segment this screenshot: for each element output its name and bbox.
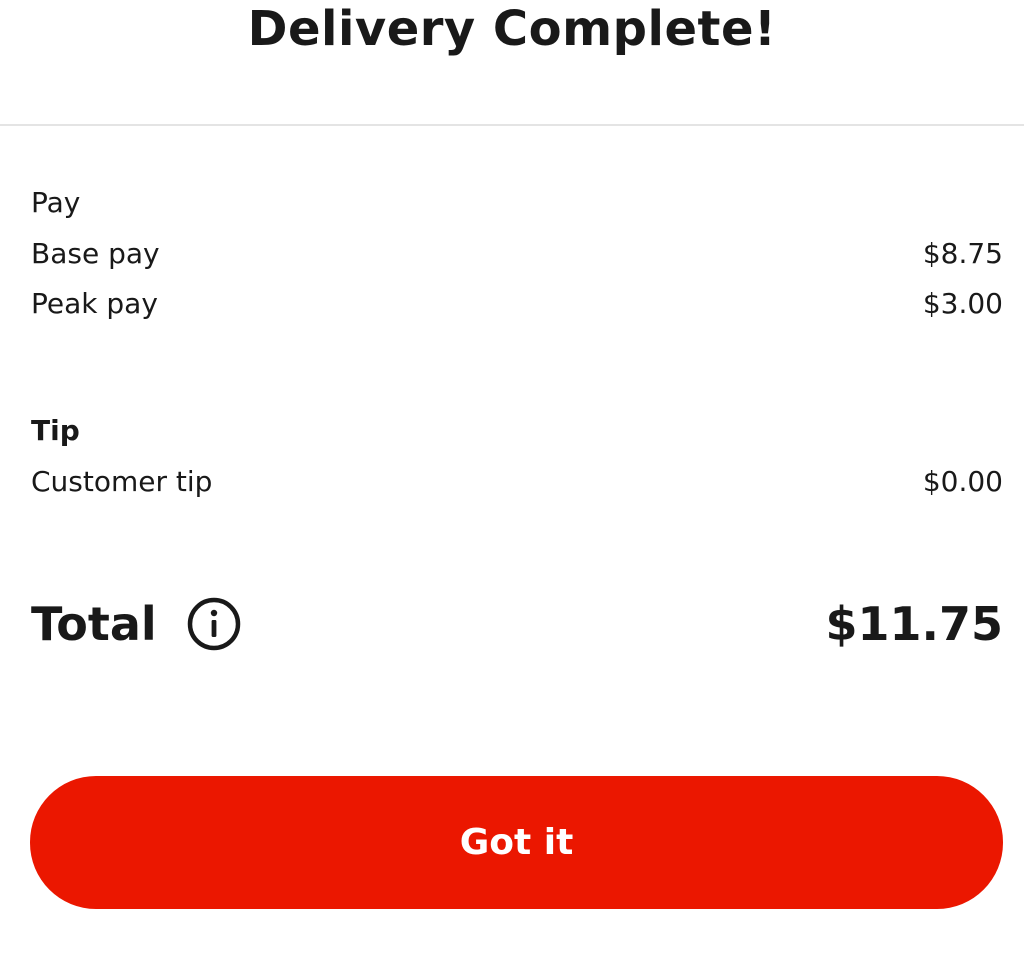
tip-row-customer: Customer tip $0.00 [31,459,1003,503]
tip-row-value: $0.00 [922,464,1003,498]
total-label-group: Total [31,597,241,651]
pay-row-label: Base pay [31,236,160,270]
tip-section-heading: Tip [31,414,80,447]
total-row: Total $11.75 [31,592,1003,656]
header: Delivery Complete! [0,0,1024,126]
pay-section-heading: Pay [31,186,81,219]
pay-row-label: Peak pay [31,286,158,320]
pay-row-base: Base pay $8.75 [31,231,1003,275]
page-title: Delivery Complete! [247,1,777,57]
total-value: $11.75 [825,597,1003,651]
pay-row-value: $8.75 [922,236,1003,270]
info-circle-icon[interactable] [187,597,241,651]
total-label: Total [31,597,157,651]
tip-row-label: Customer tip [31,464,213,498]
got-it-button[interactable]: Got it [30,776,1003,909]
pay-row-peak: Peak pay $3.00 [31,281,1003,325]
pay-row-value: $3.00 [922,286,1003,320]
